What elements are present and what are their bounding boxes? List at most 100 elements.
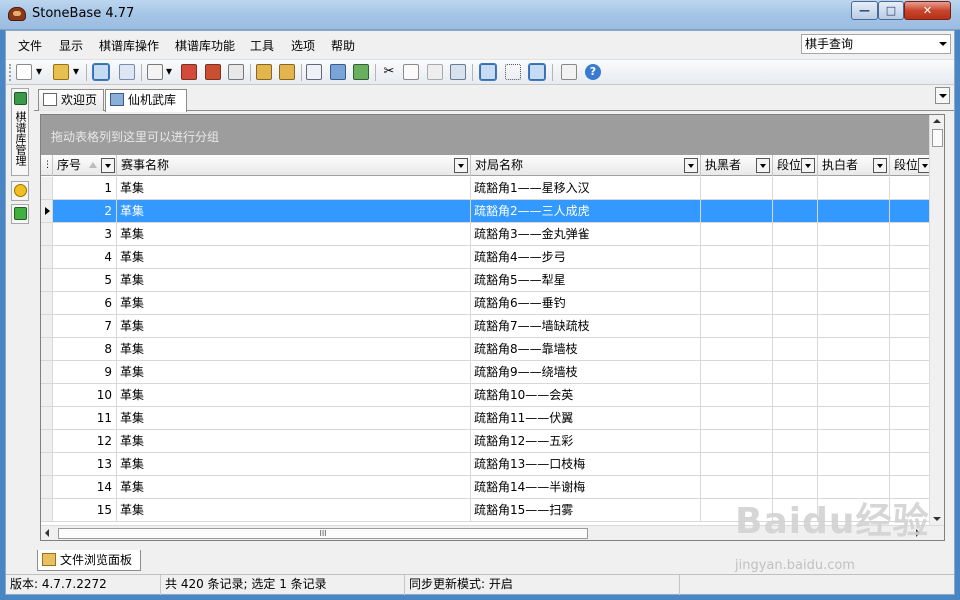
navigator-tab[interactable]	[11, 204, 29, 224]
col-black-player[interactable]: 执黑者	[701, 155, 773, 176]
cell-game-name[interactable]: 疏豁角2——三人成虎	[471, 200, 701, 222]
table-row[interactable]: 8 革集 疏豁角8——靠墙枝	[41, 338, 930, 361]
cell-number[interactable]: 5	[53, 269, 117, 291]
cell-number[interactable]: 11	[53, 407, 117, 429]
cell-event-name[interactable]: 革集	[117, 177, 471, 199]
cell-black-rank[interactable]	[773, 453, 818, 475]
menu-help[interactable]: 帮助	[331, 37, 355, 54]
close-button[interactable]: ✕	[904, 1, 951, 20]
cell-black-player[interactable]	[701, 177, 773, 199]
filter-icon[interactable]	[228, 64, 244, 80]
cell-number[interactable]: 4	[53, 246, 117, 268]
cell-black-player[interactable]	[701, 246, 773, 268]
cell-white-rank[interactable]	[890, 223, 930, 245]
cell-white-rank[interactable]	[890, 453, 930, 475]
cell-number[interactable]: 9	[53, 361, 117, 383]
cell-black-rank[interactable]	[773, 338, 818, 360]
cell-number[interactable]: 10	[53, 384, 117, 406]
cell-game-name[interactable]: 疏豁角5——犁星	[471, 269, 701, 291]
tab-xianji-library[interactable]: 仙机武库	[105, 89, 187, 112]
cell-event-name[interactable]: 革集	[117, 315, 471, 337]
cell-event-name[interactable]: 革集	[117, 246, 471, 268]
cell-black-rank[interactable]	[773, 246, 818, 268]
cell-game-name[interactable]: 疏豁角12——五彩	[471, 430, 701, 452]
cell-white-rank[interactable]	[890, 269, 930, 291]
cell-black-player[interactable]	[701, 200, 773, 222]
grid-view-icon[interactable]	[92, 63, 110, 81]
cell-black-rank[interactable]	[773, 407, 818, 429]
cell-number[interactable]: 7	[53, 315, 117, 337]
new-dropdown-icon[interactable]: ▾	[36, 64, 44, 80]
cell-number[interactable]: 15	[53, 499, 117, 521]
cell-game-name[interactable]: 疏豁角13——口枝梅	[471, 453, 701, 475]
cell-game-name[interactable]: 疏豁角8——靠墙枝	[471, 338, 701, 360]
row-indicator[interactable]	[41, 200, 53, 222]
cell-game-name[interactable]: 疏豁角1——星移入汉	[471, 177, 701, 199]
cell-white-rank[interactable]	[890, 384, 930, 406]
open-folder-icon[interactable]	[53, 64, 69, 80]
menu-view[interactable]: 显示	[59, 37, 83, 54]
cell-number[interactable]: 3	[53, 223, 117, 245]
row-indicator-icon[interactable]	[528, 63, 546, 81]
cell-white-player[interactable]	[818, 384, 890, 406]
table-view-icon[interactable]	[119, 64, 135, 80]
column-chooser-icon[interactable]: ⋮	[41, 155, 53, 176]
merge-icon[interactable]	[330, 64, 346, 80]
col-black-rank[interactable]: 段位	[773, 155, 818, 176]
favorites-tab[interactable]	[11, 181, 29, 201]
copy-icon[interactable]	[403, 64, 419, 80]
row-indicator[interactable]	[41, 338, 53, 360]
paste-special-icon[interactable]	[450, 64, 466, 80]
cell-event-name[interactable]: 革集	[117, 292, 471, 314]
open-dropdown-icon[interactable]: ▾	[73, 64, 81, 80]
cell-black-player[interactable]	[701, 338, 773, 360]
menu-library-ops[interactable]: 棋谱库操作	[99, 37, 159, 54]
row-indicator[interactable]	[41, 430, 53, 452]
table-row[interactable]: 3 革集 疏豁角3——金丸弹雀	[41, 223, 930, 246]
cut-icon[interactable]: ✂	[381, 64, 397, 80]
row-indicator[interactable]	[41, 407, 53, 429]
cell-white-rank[interactable]	[890, 292, 930, 314]
row-indicator[interactable]	[41, 453, 53, 475]
row-indicator[interactable]	[41, 384, 53, 406]
cell-black-rank[interactable]	[773, 384, 818, 406]
cell-game-name[interactable]: 疏豁角6——垂钓	[471, 292, 701, 314]
cell-black-player[interactable]	[701, 223, 773, 245]
import-icon[interactable]	[256, 64, 272, 80]
cell-white-rank[interactable]	[890, 430, 930, 452]
cell-number[interactable]: 14	[53, 476, 117, 498]
filter-dropdown-icon[interactable]	[756, 158, 770, 173]
filter-dropdown-icon[interactable]	[873, 158, 887, 173]
table-row[interactable]: 7 革集 疏豁角7——墙缺疏枝	[41, 315, 930, 338]
cell-number[interactable]: 6	[53, 292, 117, 314]
edit-dropdown-icon[interactable]: ▾	[166, 64, 174, 80]
cell-number[interactable]: 1	[53, 177, 117, 199]
cell-black-player[interactable]	[701, 453, 773, 475]
library-manager-tab[interactable]: 棋谱库管理	[11, 88, 29, 176]
cell-event-name[interactable]: 革集	[117, 269, 471, 291]
cell-game-name[interactable]: 疏豁角10——会英	[471, 384, 701, 406]
col-event-name[interactable]: 赛事名称	[117, 155, 471, 176]
vertical-scrollbar[interactable]	[929, 115, 944, 526]
toolbar-grip[interactable]	[9, 64, 12, 81]
row-indicator[interactable]	[41, 269, 53, 291]
cell-white-rank[interactable]	[890, 361, 930, 383]
cell-white-player[interactable]	[818, 407, 890, 429]
paste-icon[interactable]	[427, 64, 443, 80]
table-row[interactable]: 11 革集 疏豁角11——伏翼	[41, 407, 930, 430]
row-indicator[interactable]	[41, 246, 53, 268]
col-game-name[interactable]: 对局名称	[471, 155, 701, 176]
cell-event-name[interactable]: 革集	[117, 361, 471, 383]
cell-event-name[interactable]: 革集	[117, 223, 471, 245]
horizontal-scroll-thumb[interactable]: III	[58, 528, 588, 539]
filter-dropdown-icon[interactable]	[454, 158, 468, 173]
cell-black-rank[interactable]	[773, 315, 818, 337]
filter-dropdown-icon[interactable]	[801, 158, 815, 173]
menu-file[interactable]: 文件	[18, 37, 42, 54]
cell-white-player[interactable]	[818, 453, 890, 475]
minimize-button[interactable]: —	[851, 1, 878, 20]
cell-white-player[interactable]	[818, 338, 890, 360]
properties-icon[interactable]	[306, 64, 322, 80]
cell-black-rank[interactable]	[773, 361, 818, 383]
row-indicator[interactable]	[41, 177, 53, 199]
